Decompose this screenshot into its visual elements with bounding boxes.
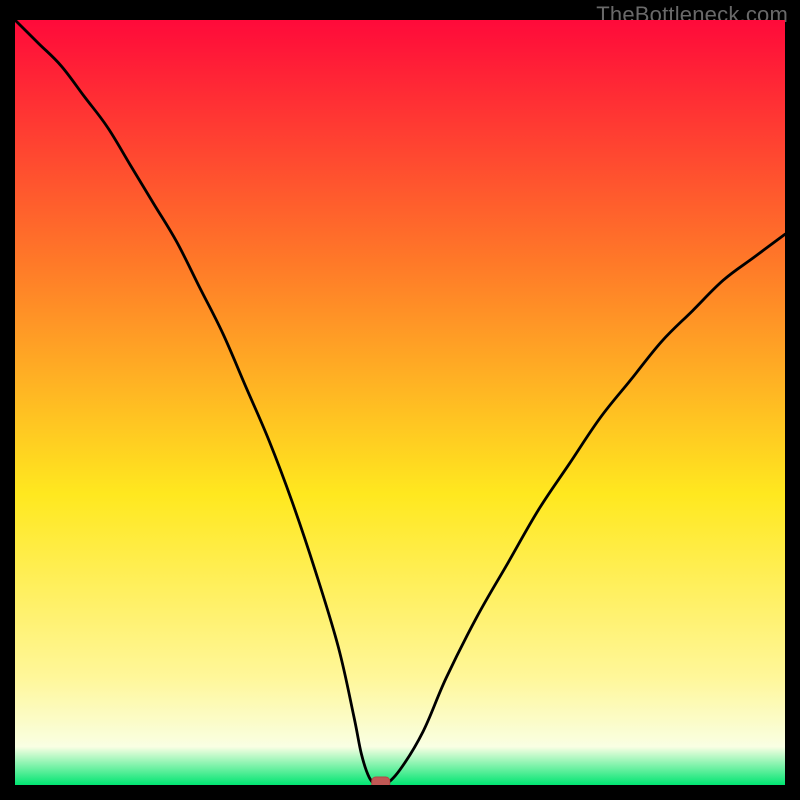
gradient-background <box>15 20 785 785</box>
bottleneck-chart: TheBottleneck.com <box>0 0 800 800</box>
plot-area <box>15 20 785 785</box>
optimal-marker <box>372 777 390 785</box>
plot-svg <box>15 20 785 785</box>
